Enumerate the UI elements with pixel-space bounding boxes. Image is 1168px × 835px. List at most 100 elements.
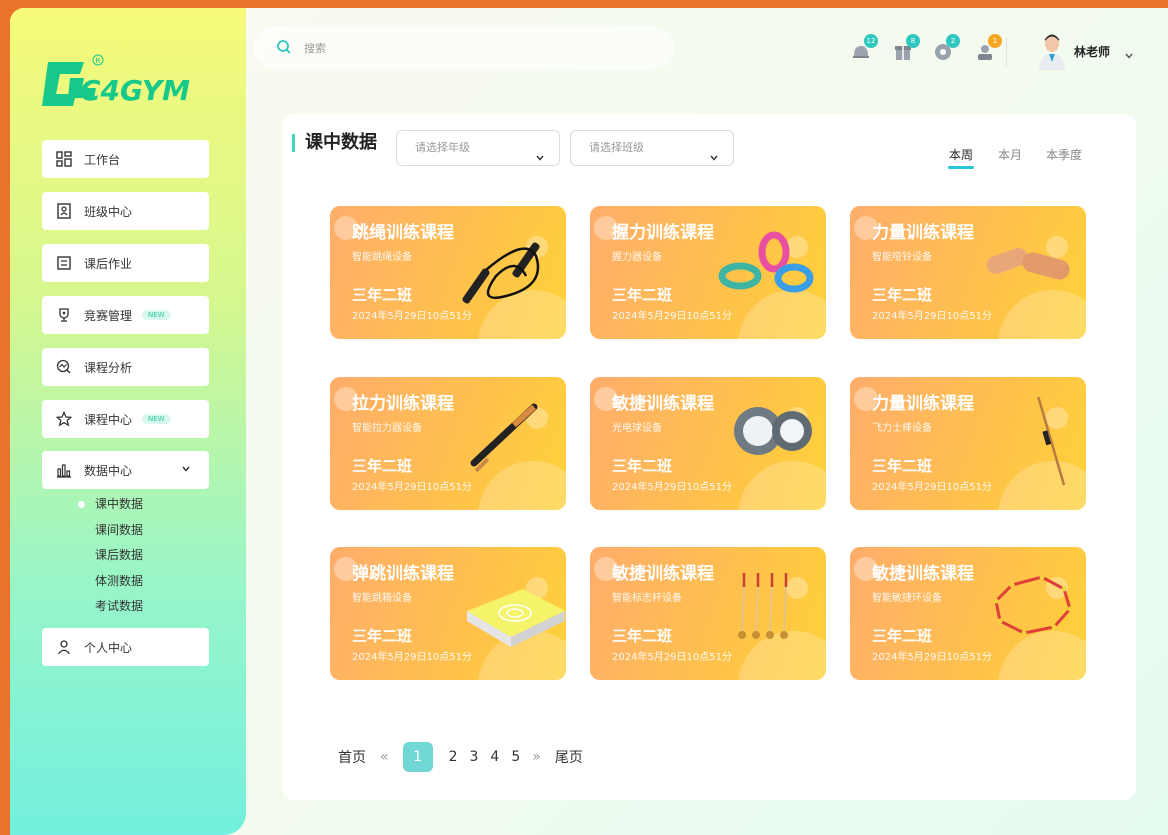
chevron-down-icon — [709, 143, 719, 177]
sidebar-item-homework[interactable]: 课后作业 — [42, 244, 209, 282]
page-button-4[interactable]: 4 — [490, 749, 499, 765]
dashboard-icon — [54, 149, 74, 169]
submenu-item-break-data[interactable]: 课间数据 — [42, 518, 209, 544]
page-button-1[interactable]: 1 — [402, 742, 433, 772]
grip-ring-icon — [718, 231, 814, 293]
main-panel: 课中数据 请选择年级 请选择班级 本周 本月 本季度 跳绳训练课程 智能跳绳设备… — [282, 114, 1136, 800]
sidebar-item-label: 课后作业 — [84, 256, 133, 271]
card-title: 敏捷训练课程 — [612, 564, 714, 584]
page-button-5[interactable]: 5 — [511, 749, 520, 765]
class-icon — [54, 201, 74, 221]
card-device: 光电球设备 — [612, 423, 662, 434]
jump-box-icon — [467, 589, 565, 647]
last-page-button[interactable]: 尾页 — [555, 747, 583, 767]
light-pad-icon — [734, 407, 812, 455]
page-title: 课中数据 — [292, 134, 377, 152]
card-title: 力量训练课程 — [872, 394, 974, 414]
course-card[interactable]: 敏捷训练课程 智能标志杆设备 三年二班 2024年5月29日10点51分 — [590, 547, 826, 680]
message-count-badge: 2 — [946, 34, 960, 48]
grade-select[interactable]: 请选择年级 — [396, 130, 560, 166]
prev-page-button[interactable]: « — [380, 749, 389, 765]
page-button-2[interactable]: 2 — [449, 749, 458, 765]
search-icon — [276, 39, 292, 58]
sidebar-item-label: 课程分析 — [84, 360, 133, 375]
card-title: 敏捷训练课程 — [872, 564, 974, 584]
tab-this-week[interactable]: 本周 — [947, 146, 975, 169]
search-input[interactable]: 搜索 — [254, 26, 674, 70]
pagination: 首页 « 1 2 3 4 5 » 尾页 — [338, 742, 597, 772]
data-center-submenu: 课中数据 课间数据 课后数据 体测数据 考试数据 — [42, 492, 209, 620]
agility-ring-icon — [993, 574, 1073, 636]
card-class: 三年二班 — [352, 457, 413, 475]
team-button[interactable]: 1 — [972, 34, 1002, 64]
chevron-down-icon[interactable] — [1124, 46, 1134, 65]
card-device: 智能标志杆设备 — [612, 593, 682, 604]
homework-icon — [54, 253, 74, 273]
submenu-item-in-class-data[interactable]: 课中数据 — [42, 492, 209, 518]
first-page-button[interactable]: 首页 — [338, 747, 366, 767]
submenu-item-exam-data[interactable]: 考试数据 — [42, 594, 209, 620]
card-time: 2024年5月29日10点51分 — [872, 652, 992, 663]
course-card[interactable]: 弹跳训练课程 智能跳箱设备 三年二班 2024年5月29日10点51分 — [330, 547, 566, 680]
app-frame: R C4GYM 工作台 班级中心 课后作业 竞赛管理 NEW 课程分析 课程中心… — [10, 8, 1168, 835]
card-class: 三年二班 — [612, 457, 673, 475]
marker-pole-icon — [738, 573, 788, 639]
sidebar-item-label: 数据中心 — [84, 463, 133, 478]
course-card[interactable]: 拉力训练课程 智能拉力器设备 三年二班 2024年5月29日10点51分 — [330, 377, 566, 510]
course-card[interactable]: 敏捷训练课程 智能敏捷环设备 三年二班 2024年5月29日10点51分 — [850, 547, 1086, 680]
course-card[interactable]: 握力训练课程 握力器设备 三年二班 2024年5月29日10点51分 — [590, 206, 826, 339]
logo-text: C4GYM — [80, 74, 191, 107]
card-title: 握力训练课程 — [612, 223, 714, 243]
card-device: 智能跳箱设备 — [352, 593, 412, 604]
sidebar-item-course-center[interactable]: 课程中心 NEW — [42, 400, 209, 438]
sidebar-item-course-analysis[interactable]: 课程分析 — [42, 348, 209, 386]
card-class: 三年二班 — [872, 457, 933, 475]
logo: R C4GYM — [40, 48, 220, 118]
card-title: 弹跳训练课程 — [352, 564, 454, 584]
card-class: 三年二班 — [352, 286, 413, 304]
card-time: 2024年5月29日10点51分 — [612, 652, 732, 663]
gift-button[interactable]: 8 — [890, 34, 920, 64]
jump-rope-icon — [462, 242, 540, 304]
new-badge: NEW — [142, 414, 171, 424]
tab-this-month[interactable]: 本月 — [998, 146, 1022, 163]
card-class: 三年二班 — [872, 286, 933, 304]
next-page-button[interactable]: » — [532, 749, 541, 765]
course-card[interactable]: 敏捷训练课程 光电球设备 三年二班 2024年5月29日10点51分 — [590, 377, 826, 510]
svg-text:R: R — [96, 57, 101, 65]
foam-roller-icon — [986, 247, 1070, 280]
page-button-3[interactable]: 3 — [470, 749, 479, 765]
sidebar-item-competition[interactable]: 竞赛管理 NEW — [42, 296, 209, 334]
card-time: 2024年5月29日10点51分 — [872, 482, 992, 493]
search-placeholder: 搜索 — [304, 42, 326, 55]
card-title: 敏捷训练课程 — [612, 394, 714, 414]
message-button[interactable]: 2 — [930, 34, 960, 64]
card-class: 三年二班 — [872, 627, 933, 645]
tab-this-quarter[interactable]: 本季度 — [1046, 146, 1082, 163]
class-select-placeholder: 请选择班级 — [589, 141, 644, 154]
submenu-item-after-class-data[interactable]: 课后数据 — [42, 543, 209, 569]
sidebar-item-label: 班级中心 — [84, 204, 133, 219]
trophy-icon — [54, 305, 74, 325]
sidebar-item-personal-center[interactable]: 个人中心 — [42, 628, 209, 666]
course-card[interactable]: 跳绳训练课程 智能跳绳设备 三年二班 2024年5月29日10点51分 — [330, 206, 566, 339]
submenu-item-fitness-test-data[interactable]: 体测数据 — [42, 569, 209, 595]
notification-bell-button[interactable]: 12 — [848, 34, 878, 64]
card-device: 握力器设备 — [612, 252, 662, 263]
user-name[interactable]: 林老师 — [1074, 43, 1110, 60]
sidebar-item-workbench[interactable]: 工作台 — [42, 140, 209, 178]
avatar[interactable] — [1036, 32, 1068, 70]
card-class: 三年二班 — [612, 627, 673, 645]
sidebar-item-data-center[interactable]: 数据中心 — [42, 451, 209, 489]
sidebar-item-class-center[interactable]: 班级中心 — [42, 192, 209, 230]
card-time: 2024年5月29日10点51分 — [612, 482, 732, 493]
card-device: 智能跳绳设备 — [352, 252, 412, 263]
sidebar-item-label: 工作台 — [84, 152, 121, 167]
course-card[interactable]: 力量训练课程 飞力士棒设备 三年二班 2024年5月29日10点51分 — [850, 377, 1086, 510]
gift-count-badge: 8 — [906, 34, 920, 48]
card-device: 飞力士棒设备 — [872, 423, 932, 434]
card-device: 智能拉力器设备 — [352, 423, 422, 434]
class-select[interactable]: 请选择班级 — [570, 130, 734, 166]
card-device: 智能敏捷环设备 — [872, 593, 942, 604]
course-card[interactable]: 力量训练课程 智能哑铃设备 三年二班 2024年5月29日10点51分 — [850, 206, 1086, 339]
